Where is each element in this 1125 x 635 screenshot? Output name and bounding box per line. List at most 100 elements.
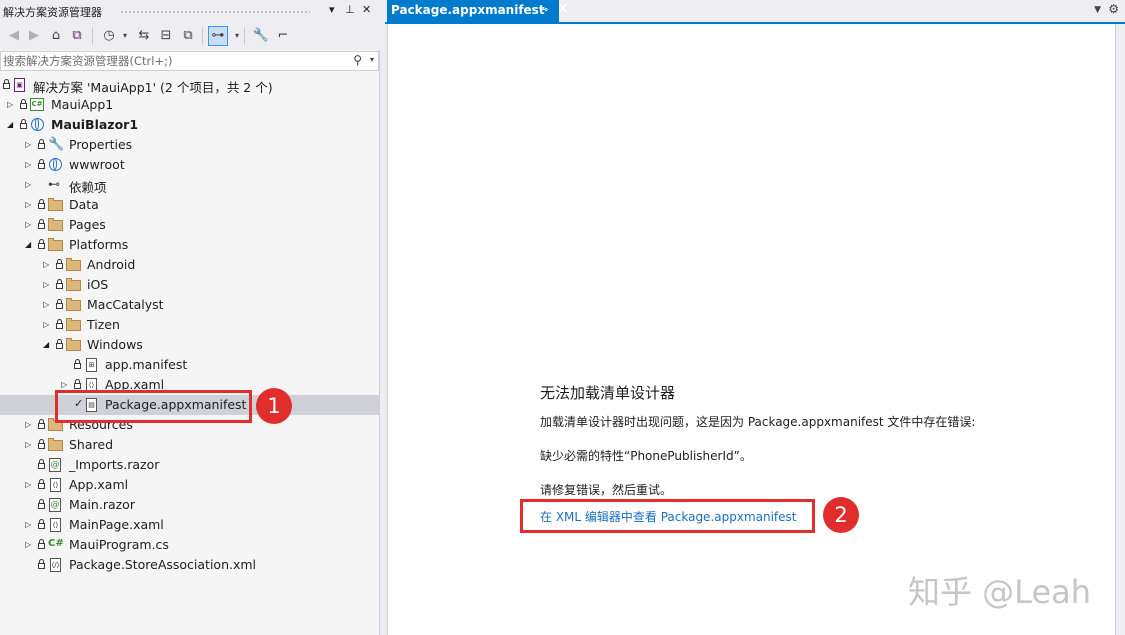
- expand-icon[interactable]: ▷: [25, 220, 33, 230]
- collapse-icon[interactable]: ◢: [43, 340, 51, 350]
- tree-item-label: MacCatalyst: [87, 297, 164, 312]
- search-icon[interactable]: ⚲: [353, 53, 362, 67]
- tree-item-platforms[interactable]: ◢ Platforms: [0, 235, 379, 255]
- pending-changes-dropdown-icon[interactable]: ▾: [116, 27, 134, 45]
- search-input[interactable]: [3, 53, 343, 69]
- expand-icon[interactable]: ▷: [43, 260, 51, 270]
- expand-icon[interactable]: ▷: [25, 160, 33, 170]
- expand-icon[interactable]: ▷: [61, 380, 69, 390]
- dependencies-icon: ⊷: [48, 177, 60, 191]
- expand-icon[interactable]: ▷: [7, 100, 15, 110]
- solution-explorer-search: ⚲ ▾: [0, 51, 379, 71]
- tree-item-maccatalyst[interactable]: ▷ MacCatalyst: [0, 295, 379, 315]
- tree-item-label: Windows: [87, 337, 143, 352]
- tree-item-dependencies[interactable]: ▷ ⊷ 依赖项: [0, 175, 379, 195]
- tree-item-main-razor[interactable]: @ Main.razor: [0, 495, 379, 515]
- forward-icon[interactable]: ▶: [25, 27, 43, 45]
- search-options-dropdown-icon[interactable]: ▾: [370, 55, 374, 64]
- tree-item-android[interactable]: ▷ Android: [0, 255, 379, 275]
- tree-item-mauiapp1[interactable]: ▷ C# MauiApp1: [0, 95, 379, 115]
- expand-icon[interactable]: ▷: [25, 420, 33, 430]
- tree-item-mauiblazor1[interactable]: ◢ MauiBlazor1: [0, 115, 379, 135]
- vs-switch-icon[interactable]: ⧉: [68, 27, 86, 45]
- expand-icon[interactable]: ▷: [25, 440, 33, 450]
- error-title: 无法加载清单设计器: [540, 384, 676, 402]
- close-panel-icon[interactable]: ✕: [362, 3, 371, 16]
- annotation-badge-1: 1: [256, 388, 292, 424]
- document-tab-package-appxmanifest[interactable]: Package.appxmanifest ⊸ ✕: [387, 0, 569, 22]
- pin-tab-icon[interactable]: ⊸: [539, 3, 548, 16]
- tree-item-label: Platforms: [69, 237, 129, 252]
- expand-icon[interactable]: ▷: [25, 520, 33, 530]
- document-tab-strip: Package.appxmanifest ⊸ ✕ ▼ ⚙: [385, 0, 1125, 22]
- toggle-active-document-icon[interactable]: ⊶: [208, 26, 228, 46]
- expand-icon[interactable]: ▷: [25, 200, 33, 210]
- folder-icon: [66, 317, 82, 333]
- tree-item-wwwroot[interactable]: ▷ wwwroot: [0, 155, 379, 175]
- tree-item-app-manifest[interactable]: ⊞ app.manifest: [0, 355, 379, 375]
- tree-item-label: App.xaml: [69, 477, 129, 492]
- document-area: Package.appxmanifest ⊸ ✕ ▼ ⚙ 无法加载清单设计器 加…: [385, 0, 1125, 635]
- tree-item-label: MauiApp1: [51, 97, 114, 112]
- tree-item-imports-razor[interactable]: @ _Imports.razor: [0, 455, 379, 475]
- globe-icon: [48, 157, 64, 173]
- panel-dropdown-icon[interactable]: ▾: [329, 3, 335, 16]
- razor-file-icon: @: [49, 458, 61, 472]
- vertical-scrollbar[interactable]: [1117, 24, 1125, 635]
- tree-item-mauiprogram-cs[interactable]: ▷ C# MauiProgram.cs: [0, 535, 379, 555]
- tree-item-label: Android: [87, 257, 136, 272]
- expand-icon[interactable]: ▷: [25, 540, 33, 550]
- lock-icon: [38, 459, 46, 470]
- sync-icon[interactable]: ⇆: [135, 27, 153, 45]
- lock-icon: [74, 379, 82, 390]
- tree-item-properties[interactable]: ▷ 🔧 Properties: [0, 135, 379, 155]
- manifest-designer-view: 无法加载清单设计器 加载清单设计器时出现问题，这是因为 Package.appx…: [387, 24, 1116, 635]
- collapse-icon[interactable]: ◢: [7, 120, 15, 130]
- expand-icon[interactable]: ▷: [25, 480, 33, 490]
- folder-icon: [48, 217, 64, 233]
- title-bar-grip[interactable]: [120, 10, 310, 14]
- razor-file-icon: @: [49, 498, 61, 512]
- document-tab-title: Package.appxmanifest: [391, 3, 545, 17]
- collapse-icon[interactable]: ◢: [25, 240, 33, 250]
- xaml-file-icon: ⟨⟩: [48, 477, 64, 493]
- tree-item-windows[interactable]: ◢ Windows: [0, 335, 379, 355]
- expand-icon[interactable]: ▷: [43, 280, 51, 290]
- tree-item-package-storeassociation[interactable]: ⟨/⟩ Package.StoreAssociation.xml: [0, 555, 379, 575]
- lock-icon: [56, 339, 64, 350]
- tree-item-label: Tizen: [87, 317, 120, 332]
- tree-item-shared[interactable]: ▷ Shared: [0, 435, 379, 455]
- show-all-files-icon[interactable]: ⧉: [179, 27, 197, 45]
- home-icon[interactable]: ⌂: [47, 27, 65, 45]
- folder-icon: [66, 257, 82, 273]
- tree-item-ios[interactable]: ▷ iOS: [0, 275, 379, 295]
- lock-icon: [56, 299, 64, 310]
- pin-icon[interactable]: ⊥: [345, 3, 355, 16]
- solution-icon: ▣: [12, 77, 28, 93]
- gear-icon[interactable]: ⚙: [1108, 2, 1119, 16]
- tab-overflow-dropdown-icon[interactable]: ▼: [1094, 5, 1101, 15]
- expand-icon[interactable]: ▷: [25, 180, 33, 190]
- back-icon[interactable]: ◀: [5, 27, 23, 45]
- tree-item-pages[interactable]: ▷ Pages: [0, 215, 379, 235]
- expand-icon[interactable]: ▷: [43, 320, 51, 330]
- folder-icon: [48, 237, 64, 253]
- expand-icon[interactable]: ▷: [43, 300, 51, 310]
- collapse-all-icon[interactable]: ⊟: [157, 27, 175, 45]
- tree-item-label: app.manifest: [105, 357, 188, 372]
- tree-item-label: MainPage.xaml: [69, 517, 164, 532]
- tree-item-tizen[interactable]: ▷ Tizen: [0, 315, 379, 335]
- properties-icon[interactable]: 🔧: [252, 27, 270, 45]
- tree-item-solution[interactable]: ▣ 解决方案 'MauiApp1' (2 个项目，共 2 个): [0, 75, 379, 95]
- toolbar-separator: [244, 27, 245, 45]
- close-tab-icon[interactable]: ✕: [557, 1, 569, 17]
- tree-item-data[interactable]: ▷ Data: [0, 195, 379, 215]
- web-project-icon: [30, 117, 46, 133]
- expand-icon[interactable]: ▷: [25, 140, 33, 150]
- solution-explorer-title-bar: 解决方案资源管理器 ▾ ⊥ ✕: [0, 0, 380, 22]
- preview-icon[interactable]: ⌐: [274, 27, 292, 45]
- tree-item-mainpage-xaml[interactable]: ▷ ⟨⟩ MainPage.xaml: [0, 515, 379, 535]
- wrench-icon: 🔧: [48, 137, 65, 152]
- tree-item-app-xaml[interactable]: ▷ ⟨⟩ App.xaml: [0, 475, 379, 495]
- annotation-box-2: [520, 499, 815, 533]
